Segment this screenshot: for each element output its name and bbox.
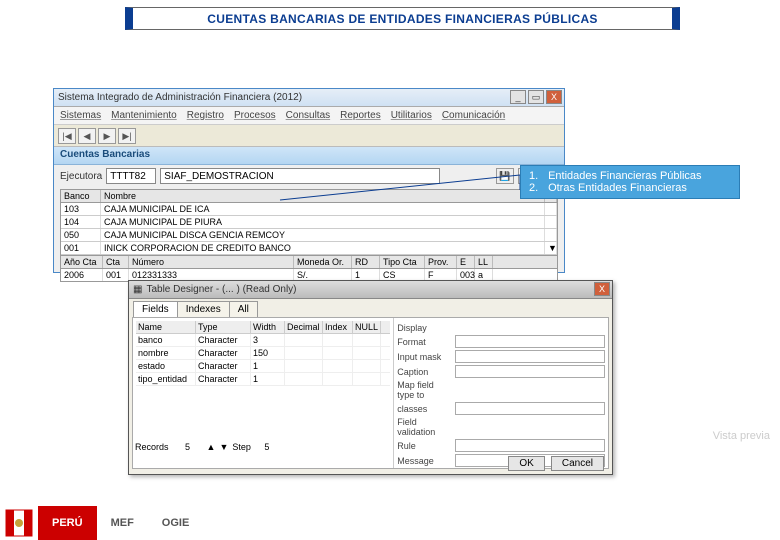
menu-mantenimiento[interactable]: Mantenimiento	[111, 110, 177, 121]
info-item: 1. Entidades Financieras Públicas	[529, 170, 731, 182]
page-title-bar: CUENTAS BANCARIAS DE ENTIDADES FINANCIER…	[125, 7, 680, 30]
menu-consultas[interactable]: Consultas	[286, 110, 330, 121]
table-row[interactable]: 001 INICK CORPORACION DE CREDITO BANCO ▼	[61, 242, 557, 255]
menu-comunicacion[interactable]: Comunicación	[442, 110, 505, 121]
footer-ogie: OGIE	[148, 506, 204, 540]
page-title: CUENTAS BANCARIAS DE ENTIDADES FINANCIER…	[207, 12, 597, 26]
modal-title-bar: ▦ Table Designer - (... ) (Read Only) X	[129, 281, 612, 299]
nav-next-icon[interactable]: ▶	[98, 128, 116, 144]
field-properties: Display Format Input mask Caption Map fi…	[394, 318, 608, 468]
ejecutora-label: Ejecutora	[60, 171, 102, 182]
field-row[interactable]: tipo_entidad Character 1	[136, 373, 390, 386]
tab-all[interactable]: All	[229, 301, 258, 317]
app-title: Sistema Integrado de Administración Fina…	[58, 92, 302, 103]
format-field[interactable]	[455, 335, 605, 348]
footer: PERÚ MEF OGIE	[0, 506, 203, 540]
table-row[interactable]: 104 CAJA MUNICIPAL DE PIURA	[61, 216, 557, 229]
app-title-bar: Sistema Integrado de Administración Fina…	[54, 89, 564, 107]
nav-first-icon[interactable]: |◀	[58, 128, 76, 144]
table-icon: ▦	[133, 284, 142, 295]
app-menubar: Sistemas Mantenimiento Registro Procesos…	[54, 107, 564, 125]
nav-last-icon[interactable]: ▶|	[118, 128, 136, 144]
watermark-text: Vista previa	[713, 430, 770, 442]
table-designer-modal: ▦ Table Designer - (... ) (Read Only) X …	[128, 280, 613, 475]
close-button[interactable]: X	[546, 90, 562, 104]
modal-tabs: Fields Indexes All	[129, 299, 612, 317]
peru-crest-icon	[0, 506, 38, 540]
col-nombre: Nombre	[101, 190, 545, 202]
nav-prev-icon[interactable]: ◀	[78, 128, 96, 144]
modal-title: Table Designer - (... ) (Read Only)	[146, 284, 296, 295]
nav-up-icon[interactable]: ▲	[207, 442, 216, 452]
fields-grid: Name Type Width Decimal Index NULL banco…	[133, 318, 394, 468]
tab-fields[interactable]: Fields	[133, 301, 178, 317]
ejecutora-code[interactable]: TTTT82	[106, 168, 156, 184]
footer-mef: MEF	[97, 506, 148, 540]
menu-registro[interactable]: Registro	[187, 110, 224, 121]
ejecutora-name[interactable]: SIAF_DEMOSTRACION	[160, 168, 440, 184]
save-icon[interactable]: 💾	[496, 168, 514, 184]
menu-sistemas[interactable]: Sistemas	[60, 110, 101, 121]
classes-field[interactable]	[455, 402, 605, 415]
field-row[interactable]: nombre Character 150	[136, 347, 390, 360]
nav-down-icon[interactable]: ▼	[219, 442, 228, 452]
field-row[interactable]: estado Character 1	[136, 360, 390, 373]
acct-header: Año Cta Cta Número Moneda Or. RD Tipo Ct…	[61, 255, 557, 269]
info-item: 2. Otras Entidades Financieras	[529, 182, 731, 194]
table-row[interactable]: 050 CAJA MUNICIPAL DISCA GENCIA REMCOY	[61, 229, 557, 242]
menu-procesos[interactable]: Procesos	[234, 110, 276, 121]
field-row[interactable]: banco Character 3	[136, 334, 390, 347]
inputmask-field[interactable]	[455, 350, 605, 363]
info-box: 1. Entidades Financieras Públicas 2. Otr…	[520, 165, 740, 199]
banks-grid-header: Banco Nombre ▲	[61, 190, 557, 203]
ejecutora-row: Ejecutora TTTT82 SIAF_DEMOSTRACION 💾 ▤ ✎	[54, 165, 564, 187]
modal-footer: OK Cancel	[508, 456, 604, 471]
maximize-button[interactable]: ▭	[528, 90, 544, 104]
cancel-button[interactable]: Cancel	[551, 456, 604, 471]
menu-reportes[interactable]: Reportes	[340, 110, 381, 121]
caption-field[interactable]	[455, 365, 605, 378]
ok-button[interactable]: OK	[508, 456, 544, 471]
banks-grid-body: 103 CAJA MUNICIPAL DE ICA 104 CAJA MUNIC…	[61, 203, 557, 255]
col-banco: Banco	[61, 190, 101, 202]
menu-utilitarios[interactable]: Utilitarios	[391, 110, 432, 121]
fields-grid-header: Name Type Width Decimal Index NULL	[136, 321, 390, 334]
minimize-button[interactable]: _	[510, 90, 526, 104]
rule-field[interactable]	[455, 439, 605, 452]
modal-body: Name Type Width Decimal Index NULL banco…	[132, 317, 609, 469]
tab-indexes[interactable]: Indexes	[177, 301, 230, 317]
app-window: Sistema Integrado de Administración Fina…	[53, 88, 565, 273]
app-toolbar: |◀ ◀ ▶ ▶|	[54, 125, 564, 147]
footer-peru: PERÚ	[38, 506, 97, 540]
record-nav: Records 5 ▲ ▼ Step 5	[135, 442, 279, 452]
section-header: Cuentas Bancarias	[54, 147, 564, 165]
table-row[interactable]: 103 CAJA MUNICIPAL DE ICA	[61, 203, 557, 216]
modal-close-button[interactable]: X	[594, 282, 610, 296]
banks-grid: Banco Nombre ▲ 103 CAJA MUNICIPAL DE ICA…	[60, 189, 558, 282]
